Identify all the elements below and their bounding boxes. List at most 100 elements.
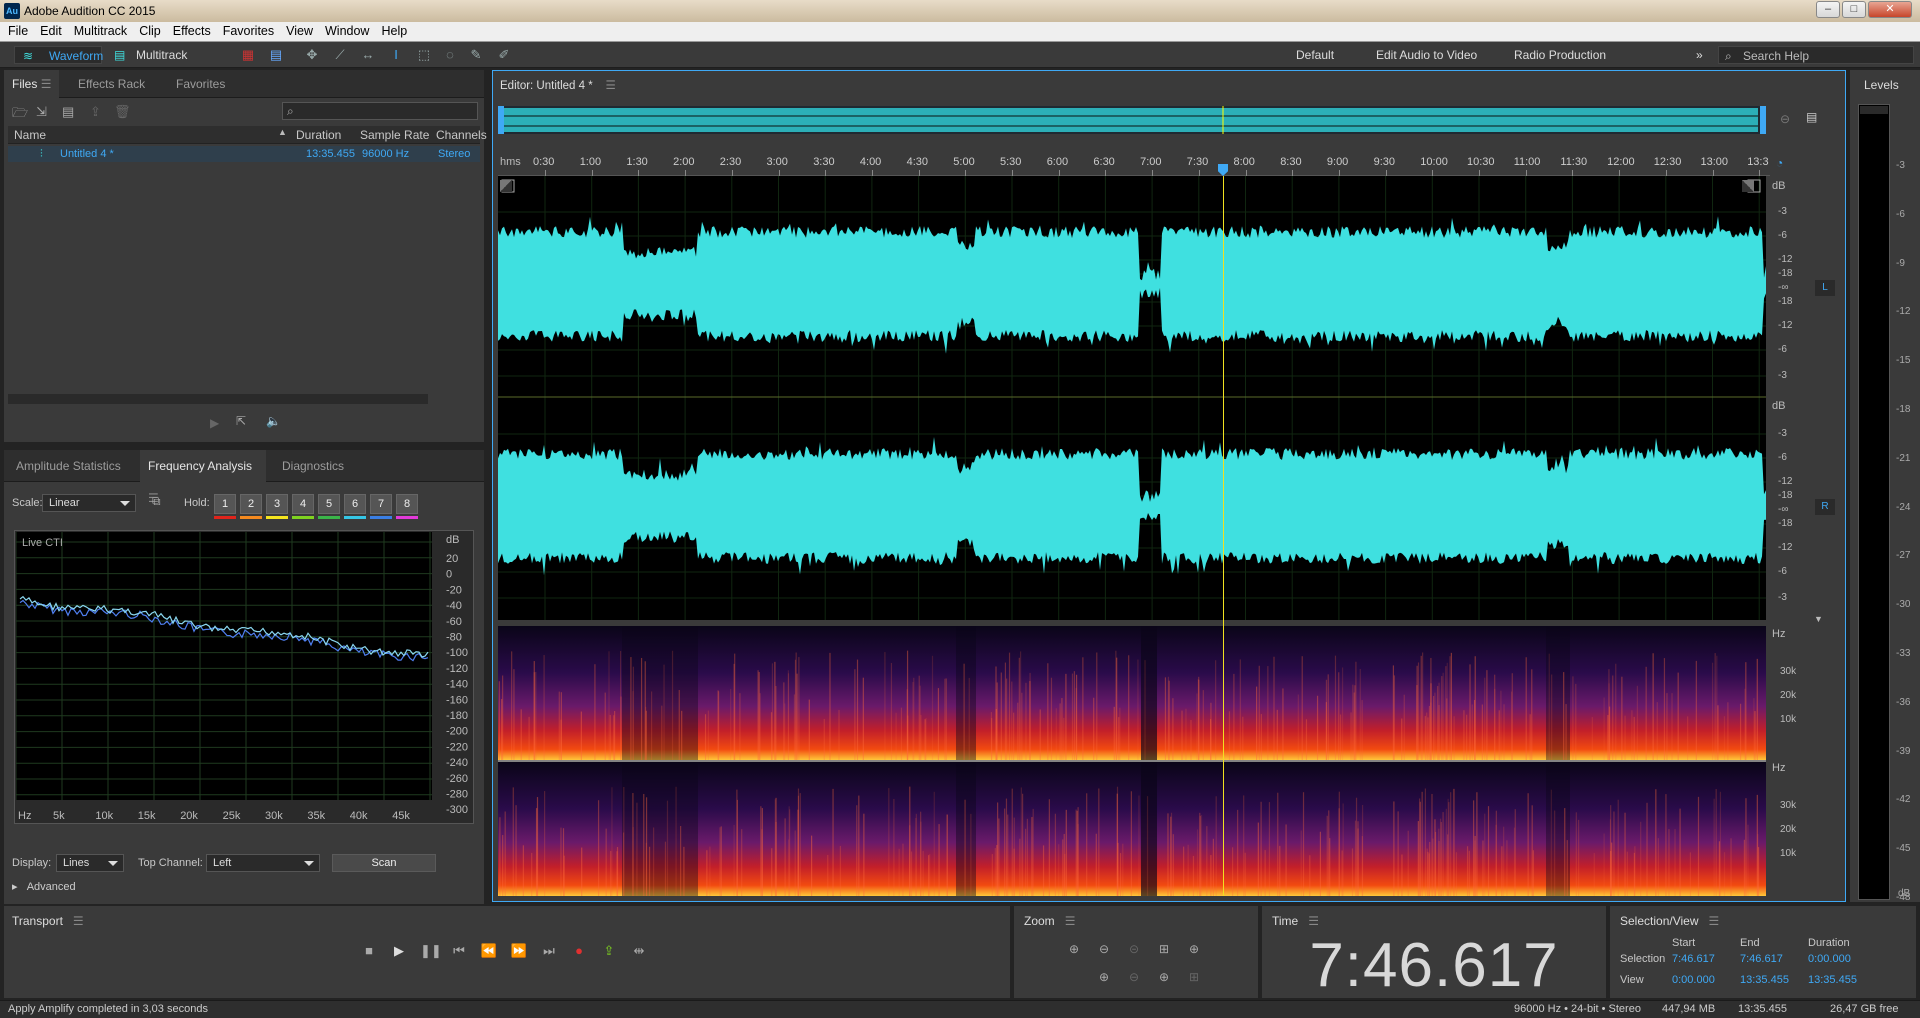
spectral-frequency-icon[interactable]: ▦	[240, 47, 256, 62]
play-preview-icon[interactable]: ▶	[210, 416, 219, 430]
hold-button-2[interactable]: 2	[240, 494, 262, 514]
table-row[interactable]: ⫶ Untitled 4 * 13:35.455 96000 Hz Stereo	[8, 146, 480, 162]
search-help-field[interactable]: ⌕ Search Help	[1718, 46, 1914, 64]
hold-button-3[interactable]: 3	[266, 494, 288, 514]
column-sample-rate[interactable]: Sample Rate	[360, 128, 429, 142]
menu-view[interactable]: View	[278, 22, 317, 38]
time-selection-tool-icon[interactable]: I	[388, 47, 404, 62]
files-scrollbar[interactable]	[8, 394, 428, 404]
hold-button-1[interactable]: 1	[214, 494, 236, 514]
zoom-in-time-icon[interactable]: ⊕	[1094, 970, 1114, 986]
menu-favorites[interactable]: Favorites	[215, 22, 278, 38]
scale-dropdown[interactable]: Linear	[42, 494, 136, 512]
open-file-icon[interactable]: 🗁	[12, 104, 28, 126]
chevron-down-icon[interactable]: ▼	[1814, 614, 1823, 624]
zoom-out-point-icon[interactable]: ⊞	[1184, 970, 1204, 986]
menu-multitrack[interactable]: Multitrack	[66, 22, 131, 38]
insert-icon[interactable]: ⇪	[90, 104, 101, 120]
spot-healing-icon[interactable]: ✐	[496, 47, 512, 62]
zoom-out-amplitude-icon[interactable]: ⊖	[1094, 942, 1114, 958]
scan-button[interactable]: Scan	[332, 854, 436, 872]
workspace-radio-production[interactable]: Radio Production	[1514, 46, 1606, 64]
column-channels[interactable]: Channels	[436, 128, 487, 142]
fast-forward-icon[interactable]: ⏩	[510, 943, 528, 959]
skip-selection-icon[interactable]: ⇹	[630, 943, 648, 959]
hold-button-7[interactable]: 7	[370, 494, 392, 514]
slip-tool-icon[interactable]: ↔	[360, 47, 376, 62]
tab-files[interactable]: Files ☰	[4, 70, 60, 98]
zoom-out-full-icon[interactable]: ⊖	[1780, 112, 1790, 126]
tab-frequency-analysis[interactable]: Frequency Analysis ☰	[140, 450, 266, 505]
zoom-to-selection-icon[interactable]: ⊞	[1154, 942, 1174, 958]
waveform-view-button[interactable]: ≋ Waveform	[14, 46, 103, 64]
tab-diagnostics[interactable]: Diagnostics	[274, 450, 352, 482]
record-icon[interactable]: ●	[570, 943, 588, 959]
zoom-out-time-icon[interactable]: ⊖	[1124, 970, 1144, 986]
selection-duration[interactable]: 0:00.000	[1808, 953, 1851, 965]
hold-button-4[interactable]: 4	[292, 494, 314, 514]
hold-button-8[interactable]: 8	[396, 494, 418, 514]
view-start[interactable]: 0:00.000	[1672, 974, 1715, 986]
editor-options-icon[interactable]: ▤	[1806, 110, 1817, 124]
delete-icon[interactable]: 🗑	[114, 104, 131, 120]
column-name[interactable]: Name	[14, 128, 46, 142]
razor-tool-icon[interactable]: ⟋	[332, 47, 348, 62]
zoom-out-full-icon[interactable]: ⊝	[1124, 942, 1144, 958]
import-file-icon[interactable]: ⇲	[36, 104, 47, 120]
more-workspaces-button[interactable]: »	[1696, 46, 1703, 64]
skip-to-start-icon[interactable]: ⏮	[450, 943, 468, 959]
lasso-tool-icon[interactable]: ◌	[442, 47, 458, 62]
display-dropdown[interactable]: Lines	[56, 854, 124, 872]
view-duration[interactable]: 13:35.455	[1808, 974, 1857, 986]
hold-button-5[interactable]: 5	[318, 494, 340, 514]
selection-end[interactable]: 7:46.617	[1740, 953, 1783, 965]
copy-icon[interactable]: ⧉	[152, 494, 161, 509]
play-icon[interactable]: ▶	[390, 943, 408, 959]
menu-help[interactable]: Help	[373, 22, 411, 38]
spectral-display[interactable]	[498, 626, 1766, 896]
pause-icon[interactable]: ❚❚	[420, 943, 442, 959]
menu-file[interactable]: File	[0, 22, 32, 38]
multitrack-view-button[interactable]: ▤ Multitrack	[110, 46, 194, 64]
peak-indicator[interactable]	[1860, 106, 1888, 114]
tab-amplitude-statistics[interactable]: Amplitude Statistics	[8, 450, 129, 482]
fade-out-handle-icon[interactable]	[1742, 180, 1754, 192]
zoom-in-time-icon[interactable]: ⊕	[1184, 942, 1204, 958]
new-file-icon[interactable]: ▤	[62, 104, 74, 120]
overview-bar[interactable]	[498, 106, 1766, 134]
waveform-display[interactable]	[498, 176, 1766, 620]
close-button[interactable]: ✕	[1868, 1, 1912, 18]
marquee-tool-icon[interactable]: ⬚	[416, 47, 432, 62]
timecode-display-icon[interactable]: ◔	[1776, 156, 1783, 170]
selection-start[interactable]: 7:46.617	[1672, 953, 1715, 965]
advanced-toggle[interactable]: ▸ Advanced	[12, 880, 76, 893]
loop-preview-icon[interactable]: ⇱	[236, 414, 246, 428]
view-end[interactable]: 13:35.455	[1740, 974, 1789, 986]
channel-left-toggle[interactable]: L	[1815, 280, 1835, 296]
tab-effects-rack[interactable]: Effects Rack	[70, 70, 153, 98]
spectral-pitch-icon[interactable]: ▤	[268, 47, 284, 62]
skip-to-end-icon[interactable]: ⏭	[540, 943, 558, 959]
workspace-default[interactable]: Default	[1296, 46, 1334, 64]
brush-tool-icon[interactable]: ✎	[468, 47, 484, 62]
menu-window[interactable]: Window	[317, 22, 373, 38]
stop-icon[interactable]: ■	[360, 943, 378, 959]
fade-in-handle-icon[interactable]	[500, 180, 512, 192]
move-tool-icon[interactable]: ✥	[304, 47, 320, 62]
menu-clip[interactable]: Clip	[131, 22, 165, 38]
zoom-in-amplitude-icon[interactable]: ⊕	[1064, 942, 1084, 958]
zoom-in-point-icon[interactable]: ⊕	[1154, 970, 1174, 986]
channel-right-toggle[interactable]: R	[1815, 499, 1835, 515]
auto-play-icon[interactable]: 🔈	[266, 414, 281, 428]
workspace-edit-audio-to-video[interactable]: Edit Audio to Video	[1376, 46, 1477, 64]
column-duration[interactable]: Duration	[296, 128, 341, 142]
loop-playback-icon[interactable]: ⇪	[600, 943, 618, 959]
time-display[interactable]: 7:46.617	[1262, 930, 1606, 1001]
maximize-button[interactable]: □	[1842, 1, 1866, 18]
hold-button-6[interactable]: 6	[344, 494, 366, 514]
top-channel-dropdown[interactable]: Left	[206, 854, 320, 872]
rewind-icon[interactable]: ⏪	[480, 943, 498, 959]
files-search-input[interactable]: ⌕	[282, 102, 478, 120]
menu-effects[interactable]: Effects	[165, 22, 215, 38]
minimize-button[interactable]: –	[1816, 1, 1840, 18]
